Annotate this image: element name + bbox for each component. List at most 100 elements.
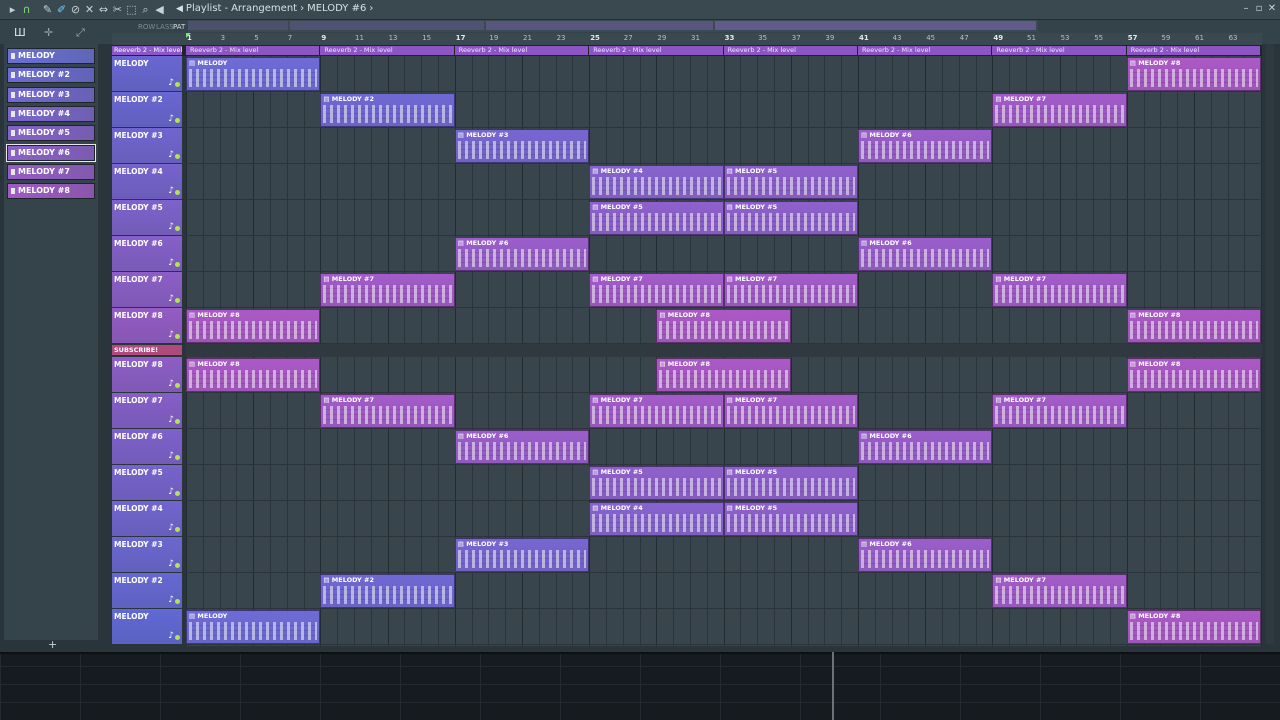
breadcrumb-playlist[interactable]: Playlist	[186, 3, 222, 14]
pattern-clip[interactable]: ▤ MELODY #4	[589, 502, 724, 536]
mute-icon[interactable]: ✕	[83, 3, 96, 16]
track-enable-toggle[interactable]	[175, 262, 180, 267]
automation-clip[interactable]: Reeverb 2 - Mix level	[320, 46, 454, 55]
pattern-clip[interactable]: ▤ MELODY #2	[320, 93, 455, 127]
track-enable-toggle[interactable]	[175, 491, 180, 496]
select-icon[interactable]: ⬚	[125, 3, 138, 16]
brush-icon[interactable]: ✐	[55, 3, 68, 16]
pattern-item[interactable]: MELODY #6	[6, 143, 96, 162]
speaker-icon[interactable]: ◀	[153, 3, 166, 16]
pattern-clip[interactable]: ▤ MELODY #8	[186, 358, 321, 392]
pattern-clip[interactable]: ▤ MELODY #7	[589, 273, 724, 307]
track-header[interactable]: MELODY #2 ♪	[112, 573, 182, 608]
track-enable-toggle[interactable]	[175, 334, 180, 339]
pattern-clip[interactable]: ▤ MELODY #8	[656, 358, 791, 392]
pattern-clip[interactable]: ▤ MELODY	[186, 57, 321, 91]
maximize-icon[interactable]: ▫	[1253, 3, 1265, 14]
track-enable-toggle[interactable]	[175, 226, 180, 231]
track-header[interactable]: MELODY #5 ♪	[112, 465, 182, 500]
vertical-scrollbar[interactable]	[1266, 44, 1274, 644]
cross-icon[interactable]: ✛	[44, 26, 53, 39]
pattern-clip[interactable]: ▤ MELODY #8	[1126, 358, 1262, 392]
zoom-icon[interactable]: ⌕	[139, 3, 152, 16]
pattern-clip[interactable]: ▤ MELODY #5	[723, 165, 858, 199]
add-pattern-button[interactable]: +	[48, 638, 57, 651]
track-enable-toggle[interactable]	[175, 527, 180, 532]
nav-arrow-icon[interactable]: ◀	[176, 4, 183, 14]
track-enable-toggle[interactable]	[175, 154, 180, 159]
breadcrumb-arrangement[interactable]: Arrangement	[231, 3, 297, 14]
pattern-clip[interactable]: ▤ MELODY #7	[992, 394, 1127, 428]
pattern-clip[interactable]: ▤ MELODY #8	[656, 309, 791, 343]
pattern-clip[interactable]: ▤ MELODY #6	[858, 538, 993, 572]
piano-icon[interactable]: Ш	[14, 26, 26, 39]
track-enable-toggle[interactable]	[175, 455, 180, 460]
pattern-clip[interactable]: ▤ MELODY #6	[858, 430, 993, 464]
pattern-clip[interactable]: ▤ MELODY #7	[723, 273, 858, 307]
pattern-clip[interactable]: ▤ MELODY #7	[320, 273, 455, 307]
pattern-clip[interactable]: ▤ MELODY #6	[858, 129, 993, 163]
track-enable-toggle[interactable]	[175, 82, 180, 87]
timeline-ruler[interactable]: 1 3 5 7 9 11 13 15 17 19 21 23 25 27 29 31 33 35 37 39 41 43 4…	[112, 33, 1262, 45]
pattern-clip[interactable]: ▤ MELODY #5	[723, 502, 858, 536]
delete-icon[interactable]: ⊘	[69, 3, 82, 16]
pattern-clip[interactable]: ▤ MELODY #3	[454, 129, 590, 163]
track-header[interactable]: MELODY #3 ♪	[112, 128, 182, 163]
pattern-clip[interactable]: ▤ MELODY #6	[454, 430, 590, 464]
overview-minimap[interactable]	[188, 20, 1038, 32]
automation-clip[interactable]: Reeverb 2 - Mix level	[186, 46, 320, 55]
track-header[interactable]: MELODY #3 ♪	[112, 537, 182, 572]
track-enable-toggle[interactable]	[175, 298, 180, 303]
pattern-clip[interactable]: ▤ MELODY #7	[320, 394, 455, 428]
pattern-clip[interactable]: ▤ MELODY #7	[992, 574, 1127, 608]
pencil-icon[interactable]: ✎	[41, 3, 54, 16]
pattern-clip[interactable]: ▤ MELODY #7	[589, 394, 724, 428]
track-header[interactable]: MELODY #7 ♪	[112, 393, 182, 428]
menu-arrow-icon[interactable]: ▸	[6, 3, 19, 16]
track-header[interactable]: MELODY ♪	[112, 609, 182, 644]
track-header[interactable]: MELODY #8 ♪	[112, 357, 182, 392]
pattern-item[interactable]: MELODY	[7, 48, 95, 64]
pattern-item[interactable]: MELODY #2	[7, 67, 95, 84]
pattern-clip[interactable]: ▤ MELODY #8	[1126, 610, 1262, 644]
slip-icon[interactable]: ⇔	[97, 3, 110, 16]
pattern-item[interactable]: MELODY #4	[7, 105, 95, 122]
pattern-clip[interactable]: ▤ MELODY #5	[589, 466, 724, 500]
pattern-clip[interactable]: ▤ MELODY #5	[723, 466, 858, 500]
magnet-icon[interactable]: ∩	[20, 3, 33, 16]
track-header[interactable]: MELODY #7 ♪	[112, 272, 182, 307]
automation-clip[interactable]: Reeverb 2 - Mix level	[992, 46, 1126, 55]
pattern-clip[interactable]: ▤ MELODY #8	[186, 309, 321, 343]
pattern-clip[interactable]: ▤ MELODY #7	[992, 93, 1127, 127]
pattern-clip[interactable]: ▤ MELODY	[186, 610, 321, 644]
track-header[interactable]: MELODY #2 ♪	[112, 92, 182, 127]
track-header[interactable]: MELODY #6 ♪	[112, 236, 182, 271]
track-header[interactable]: MELODY #8 ♪	[112, 308, 182, 343]
track-header[interactable]: MELODY #4 ♪	[112, 164, 182, 199]
automation-clip[interactable]: Reeverb 2 - Mix level	[1126, 46, 1261, 55]
automation-clip[interactable]: Reeverb 2 - Mix level	[454, 46, 589, 55]
curve-icon[interactable]: ⤢	[76, 26, 85, 40]
track-enable-toggle[interactable]	[175, 563, 180, 568]
automation-clip[interactable]: Reeverb 2 - Mix level	[723, 46, 857, 55]
slice-icon[interactable]: ✂	[111, 3, 124, 16]
track-enable-toggle[interactable]	[175, 419, 180, 424]
pattern-clip[interactable]: ▤ MELODY #2	[320, 574, 455, 608]
pattern-clip[interactable]: ▤ MELODY #7	[992, 273, 1127, 307]
minimize-icon[interactable]: –	[1240, 3, 1252, 14]
pattern-item[interactable]: MELODY #3	[7, 86, 95, 103]
pattern-clip[interactable]: ▤ MELODY #4	[589, 165, 724, 199]
track-enable-toggle[interactable]	[175, 118, 180, 123]
track-header[interactable]: MELODY #5 ♪	[112, 200, 182, 235]
track-header[interactable]: MELODY ♪	[112, 56, 182, 91]
pattern-clip[interactable]: ▤ MELODY #5	[589, 201, 724, 235]
pattern-item[interactable]: MELODY #8	[7, 183, 95, 200]
track-header[interactable]: MELODY #6 ♪	[112, 429, 182, 464]
automation-clip[interactable]: Reeverb 2 - Mix level	[589, 46, 723, 55]
playlist-grid[interactable]: ▤ MELODY ▤ MELODY #8 ▤ MELODY #2 ▤ MELODY #…	[186, 56, 1262, 646]
track-header[interactable]: MELODY #4 ♪	[112, 501, 182, 536]
track-enable-toggle[interactable]	[175, 190, 180, 195]
pattern-clip[interactable]: ▤ MELODY #5	[723, 201, 858, 235]
pattern-item[interactable]: MELODY #5	[7, 125, 95, 142]
pattern-clip[interactable]: ▤ MELODY #8	[1126, 57, 1262, 91]
